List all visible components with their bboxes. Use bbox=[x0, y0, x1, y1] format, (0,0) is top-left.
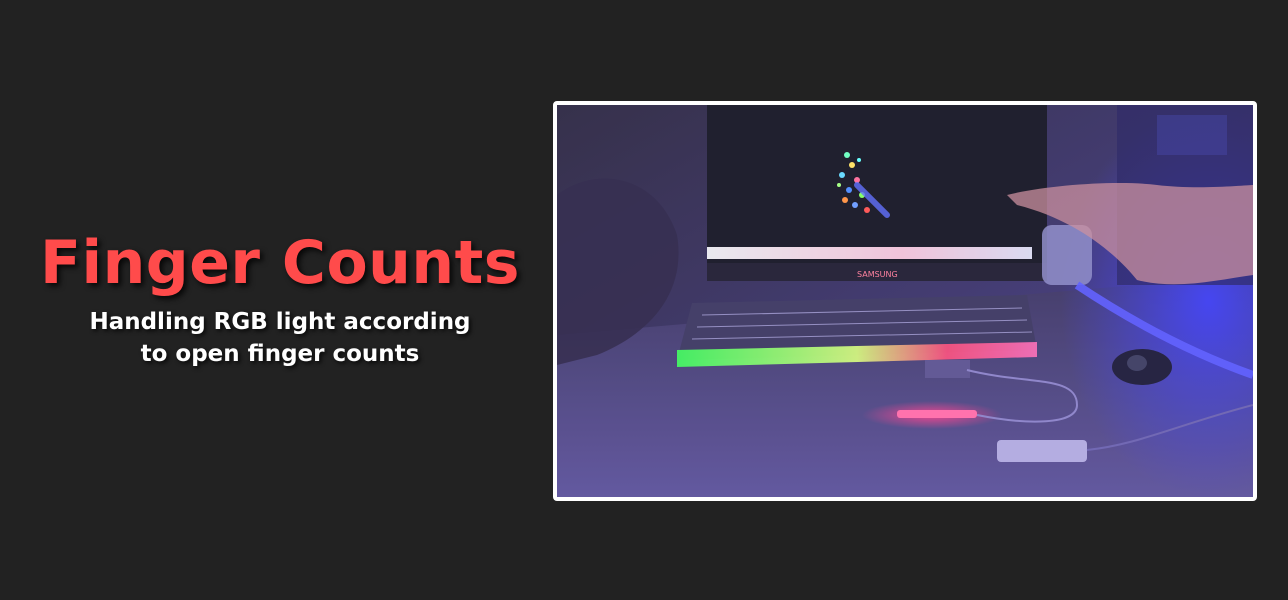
banner: Finger Counts Handling RGB light accordi… bbox=[0, 0, 1288, 600]
subtitle-line-2: to open finger counts bbox=[140, 341, 420, 367]
rgb-setup-photo: SAMSUNG bbox=[557, 105, 1253, 497]
photo-frame: SAMSUNG bbox=[553, 101, 1257, 501]
page-title: Finger Counts bbox=[40, 228, 520, 298]
subtitle-line-1: Handling RGB light according bbox=[89, 309, 471, 335]
text-block: Finger Counts Handling RGB light accordi… bbox=[0, 220, 560, 370]
